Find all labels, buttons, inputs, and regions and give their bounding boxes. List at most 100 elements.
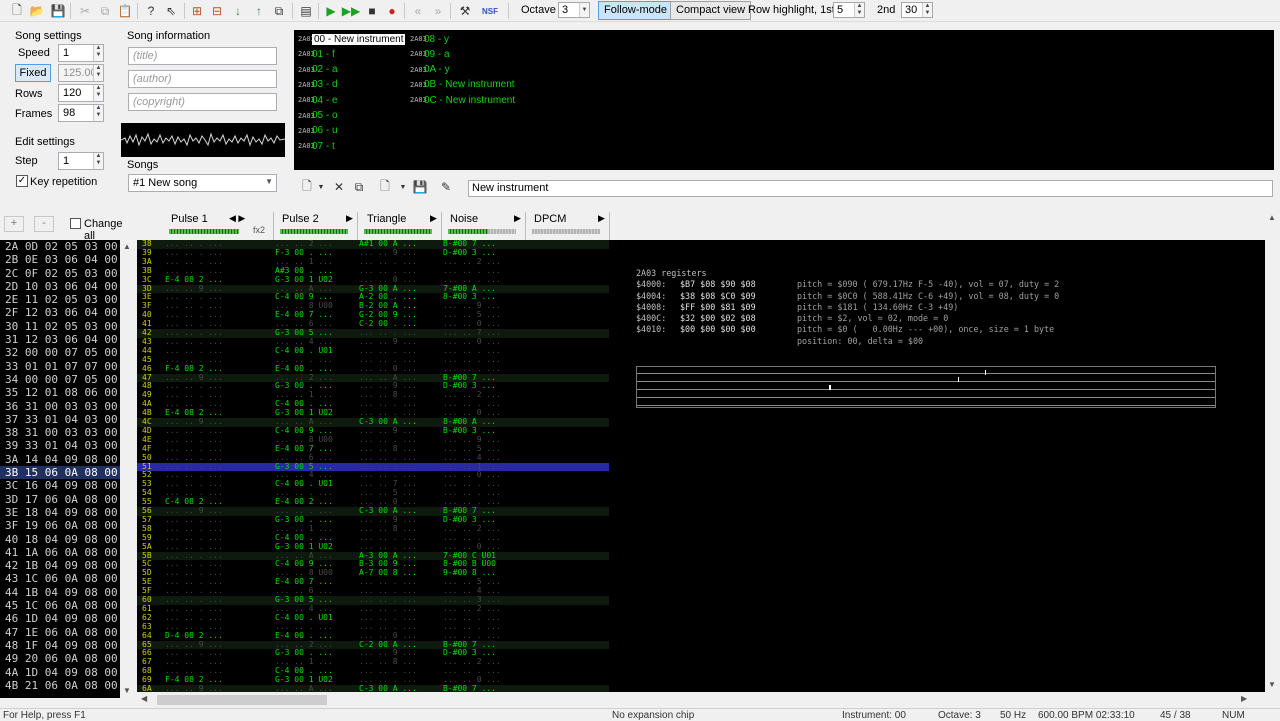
- frame-row[interactable]: 3C 16 04 09 08 00: [0, 479, 120, 492]
- cut-icon[interactable]: ✂: [76, 2, 94, 20]
- clone-instrument-icon[interactable]: ⧉: [350, 178, 368, 196]
- move-up-icon[interactable]: ↑: [250, 2, 268, 20]
- frame-row[interactable]: 3A 14 04 09 08 00: [0, 453, 120, 466]
- channel-header-triangle[interactable]: Triangle ▶: [358, 212, 442, 240]
- song-author-input[interactable]: (author): [128, 70, 277, 88]
- speed-field[interactable]: 1 ▲ ▼: [58, 44, 104, 62]
- whats-this-icon[interactable]: ⇖: [162, 2, 180, 20]
- chevron-down-icon[interactable]: ▼: [265, 177, 273, 186]
- frame-row[interactable]: 37 33 01 04 03 00: [0, 413, 120, 426]
- instrument-item[interactable]: 2A03 05 - o: [298, 109, 338, 123]
- frame-row[interactable]: 36 31 00 03 03 00: [0, 400, 120, 413]
- tempo-field[interactable]: 125.00 ▲ ▼: [58, 64, 104, 82]
- instrument-item[interactable]: 2A03 06 - u: [298, 124, 338, 138]
- pattern-editor[interactable]: 38... .. . ...... .. 2 ... A#1 00 A ... B-…: [137, 240, 1265, 692]
- chevron-right-icon[interactable]: ▶: [430, 213, 437, 224]
- octave-select[interactable]: 3 ▼: [558, 2, 590, 18]
- paste-icon[interactable]: 📋: [116, 2, 134, 20]
- load-instrument-icon[interactable]: 🗋: [376, 178, 394, 196]
- frame-row[interactable]: 31 12 03 06 04 00: [0, 333, 120, 346]
- instrument-item[interactable]: 2A03 01 - f: [298, 47, 335, 61]
- scroll-up-icon[interactable]: ▲: [123, 242, 131, 251]
- copy-icon[interactable]: ⧉: [96, 2, 114, 20]
- song-select[interactable]: #1 New song ▼: [128, 174, 277, 192]
- frame-row[interactable]: 2C 0F 02 05 03 00: [0, 267, 120, 280]
- row-highlight-1st-spin[interactable]: 5 ▲ ▼: [833, 2, 865, 18]
- row-highlight-2nd-spin[interactable]: 30 ▲ ▼: [901, 2, 933, 18]
- instrument-item[interactable]: 2A03 03 - d: [298, 78, 338, 92]
- duplicate-frame-icon[interactable]: ⊟: [208, 2, 226, 20]
- frame-row[interactable]: 45 1C 06 0A 08 00: [0, 599, 120, 612]
- play-icon[interactable]: ▶: [322, 2, 340, 20]
- chevron-right-icon[interactable]: ▶: [514, 213, 521, 224]
- scroll-right-icon[interactable]: ▶: [1241, 694, 1247, 703]
- frame-list[interactable]: 2A 0D 02 05 03 00 2B 0E 03 06 04 00 2C 0F …: [0, 240, 120, 698]
- spin-arrows-icon[interactable]: ▲ ▼: [93, 45, 103, 61]
- scroll-down-icon[interactable]: ▼: [1268, 680, 1276, 689]
- follow-mode-button[interactable]: Follow-mode: [598, 1, 673, 20]
- frame-row[interactable]: 42 1B 04 09 08 00: [0, 559, 120, 572]
- chevron-right-icon[interactable]: ▶: [346, 213, 353, 224]
- spin-arrows-icon[interactable]: ▲ ▼: [922, 3, 932, 17]
- pattern-rows[interactable]: 38... .. . ...... .. 2 ... A#1 00 A ... B-…: [137, 240, 609, 692]
- scroll-left-icon[interactable]: ◀: [141, 694, 147, 703]
- channel-header-pulse2[interactable]: Pulse 2 ▶: [274, 212, 358, 240]
- frame-row[interactable]: 35 12 01 08 06 00: [0, 386, 120, 399]
- fixed-tempo-button[interactable]: Fixed: [15, 64, 51, 82]
- pattern-cell[interactable]: ... .. 9 ...: [165, 684, 223, 692]
- song-copyright-input[interactable]: (copyright): [128, 93, 277, 111]
- channel-header-noise[interactable]: Noise ▶: [442, 212, 526, 240]
- instrument-item[interactable]: 2A03 07 - t: [298, 139, 335, 153]
- remove-instrument-icon[interactable]: ✕: [330, 178, 348, 196]
- frame-row[interactable]: 2D 10 03 06 04 00: [0, 280, 120, 293]
- frame-row[interactable]: 39 33 01 04 03 00: [0, 439, 120, 452]
- channel-header-pulse1[interactable]: Pulse 1 ◀ ▶ fx2: [137, 212, 274, 240]
- scroll-up-icon[interactable]: ▲: [1268, 213, 1276, 222]
- save-icon[interactable]: 💾: [49, 2, 67, 20]
- spin-arrows-icon[interactable]: ▲ ▼: [93, 105, 103, 121]
- clone-frame-icon[interactable]: ⧉: [270, 2, 288, 20]
- frame-row[interactable]: 47 1E 06 0A 08 00: [0, 626, 120, 639]
- pattern-cell[interactable]: ... .. A ...: [275, 684, 333, 692]
- frame-row[interactable]: 2F 12 03 06 04 00: [0, 306, 120, 319]
- frame-row[interactable]: 3E 18 04 09 08 00: [0, 506, 120, 519]
- frame-row[interactable]: 3B 15 06 0A 08 00: [0, 466, 120, 480]
- frame-row[interactable]: 4A 1D 04 09 08 00: [0, 666, 120, 679]
- spin-arrows-icon[interactable]: ▲ ▼: [93, 65, 103, 81]
- frame-row[interactable]: 3F 19 06 0A 08 00: [0, 519, 120, 532]
- save-instrument-icon[interactable]: 💾: [411, 178, 429, 196]
- open-folder-icon[interactable]: 📂: [28, 2, 46, 20]
- channel-arrows-icon[interactable]: ◀ ▶: [229, 213, 245, 224]
- instrument-item[interactable]: 2A03 02 - a: [298, 63, 338, 77]
- instrument-list[interactable]: 2A03 00 - New instrument 2A03 01 - f 2A03 02 …: [294, 30, 1274, 170]
- spin-arrows-icon[interactable]: ▲ ▼: [93, 85, 103, 101]
- chevron-down-icon[interactable]: ▼: [312, 178, 330, 196]
- record-icon[interactable]: ●: [383, 2, 401, 20]
- scroll-thumb[interactable]: [157, 695, 327, 705]
- frame-row[interactable]: 32 00 00 07 05 00: [0, 346, 120, 359]
- new-file-icon[interactable]: 🗋: [8, 2, 26, 20]
- instrument-item[interactable]: 2A03 0A - y: [410, 63, 450, 77]
- remove-frame-button[interactable]: -: [34, 216, 54, 232]
- frame-row[interactable]: 46 1D 04 09 08 00: [0, 612, 120, 625]
- module-properties-icon[interactable]: ▤: [297, 2, 315, 20]
- pattern-horizontal-scrollbar[interactable]: ◀ ▶: [137, 692, 1265, 708]
- spin-arrows-icon[interactable]: ▲ ▼: [854, 3, 864, 17]
- previous-track-icon[interactable]: «: [409, 2, 427, 20]
- key-repetition-checkbox[interactable]: ✓: [16, 175, 28, 187]
- frame-row[interactable]: 3D 17 06 0A 08 00: [0, 493, 120, 506]
- nsf-export-icon[interactable]: NSF: [481, 2, 499, 20]
- spin-arrows-icon[interactable]: ▲ ▼: [93, 153, 103, 169]
- rows-field[interactable]: 120 ▲ ▼: [58, 84, 104, 102]
- song-title-input[interactable]: (title): [128, 47, 277, 65]
- change-all-checkbox[interactable]: [70, 218, 81, 229]
- pattern-row[interactable]: 6A ... .. 9 ... ... .. A ... C-3 00 A ... B-…: [137, 684, 609, 692]
- frame-row[interactable]: 41 1A 06 0A 08 00: [0, 546, 120, 559]
- frame-row[interactable]: 43 1C 06 0A 08 00: [0, 572, 120, 585]
- instrument-item[interactable]: 2A03 0C - New instrument: [410, 93, 515, 107]
- stop-icon[interactable]: ■: [363, 2, 381, 20]
- instrument-item[interactable]: 2A03 00 - New instrument: [298, 32, 406, 46]
- frame-row[interactable]: 2A 0D 02 05 03 00: [0, 240, 120, 253]
- step-field[interactable]: 1 ▲ ▼: [58, 152, 104, 170]
- insert-frame-icon[interactable]: ⊞: [188, 2, 206, 20]
